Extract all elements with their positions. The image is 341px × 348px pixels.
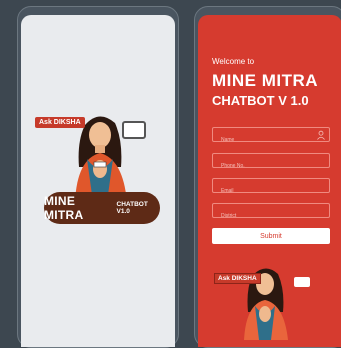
login-phone-frame: Welcome to MINE MITRA CHATBOT V 1.0 Subm… <box>194 6 341 348</box>
splash-screen: Ask DIKSHA MINE MITRA CHATBOT V1.0 <box>21 15 175 347</box>
welcome-text: Welcome to <box>212 57 255 66</box>
name-input[interactable] <box>213 133 329 147</box>
email-field[interactable] <box>212 178 330 198</box>
splash-phone-frame: Ask DIKSHA MINE MITRA CHATBOT V1.0 <box>17 6 179 348</box>
submit-button[interactable]: Submit <box>212 228 330 244</box>
ask-diksha-bubble: Ask DIKSHA <box>35 117 85 128</box>
chat-bubble-icon-small <box>294 277 310 287</box>
phone-field[interactable] <box>212 153 330 173</box>
logo-sub-text: CHATBOT V1.0 <box>116 201 148 215</box>
name-field[interactable] <box>212 127 330 147</box>
diksha-mascot-illustration-small <box>244 268 288 340</box>
login-screen: Welcome to MINE MITRA CHATBOT V 1.0 Subm… <box>198 15 341 347</box>
user-icon <box>317 130 325 140</box>
district-input[interactable] <box>213 209 329 223</box>
ask-diksha-bubble-small: Ask DIKSHA <box>214 273 261 284</box>
brand-title: MINE MITRA <box>212 71 319 90</box>
logo-main-text: MINE MITRA <box>44 194 84 222</box>
email-input[interactable] <box>213 184 329 198</box>
mine-mitra-logo: MINE MITRA CHATBOT V1.0 <box>44 192 160 224</box>
chat-bubble-icon <box>122 121 146 139</box>
district-field[interactable] <box>212 203 330 223</box>
brand-subtitle: CHATBOT V 1.0 <box>212 93 309 108</box>
phone-input[interactable] <box>213 159 329 173</box>
